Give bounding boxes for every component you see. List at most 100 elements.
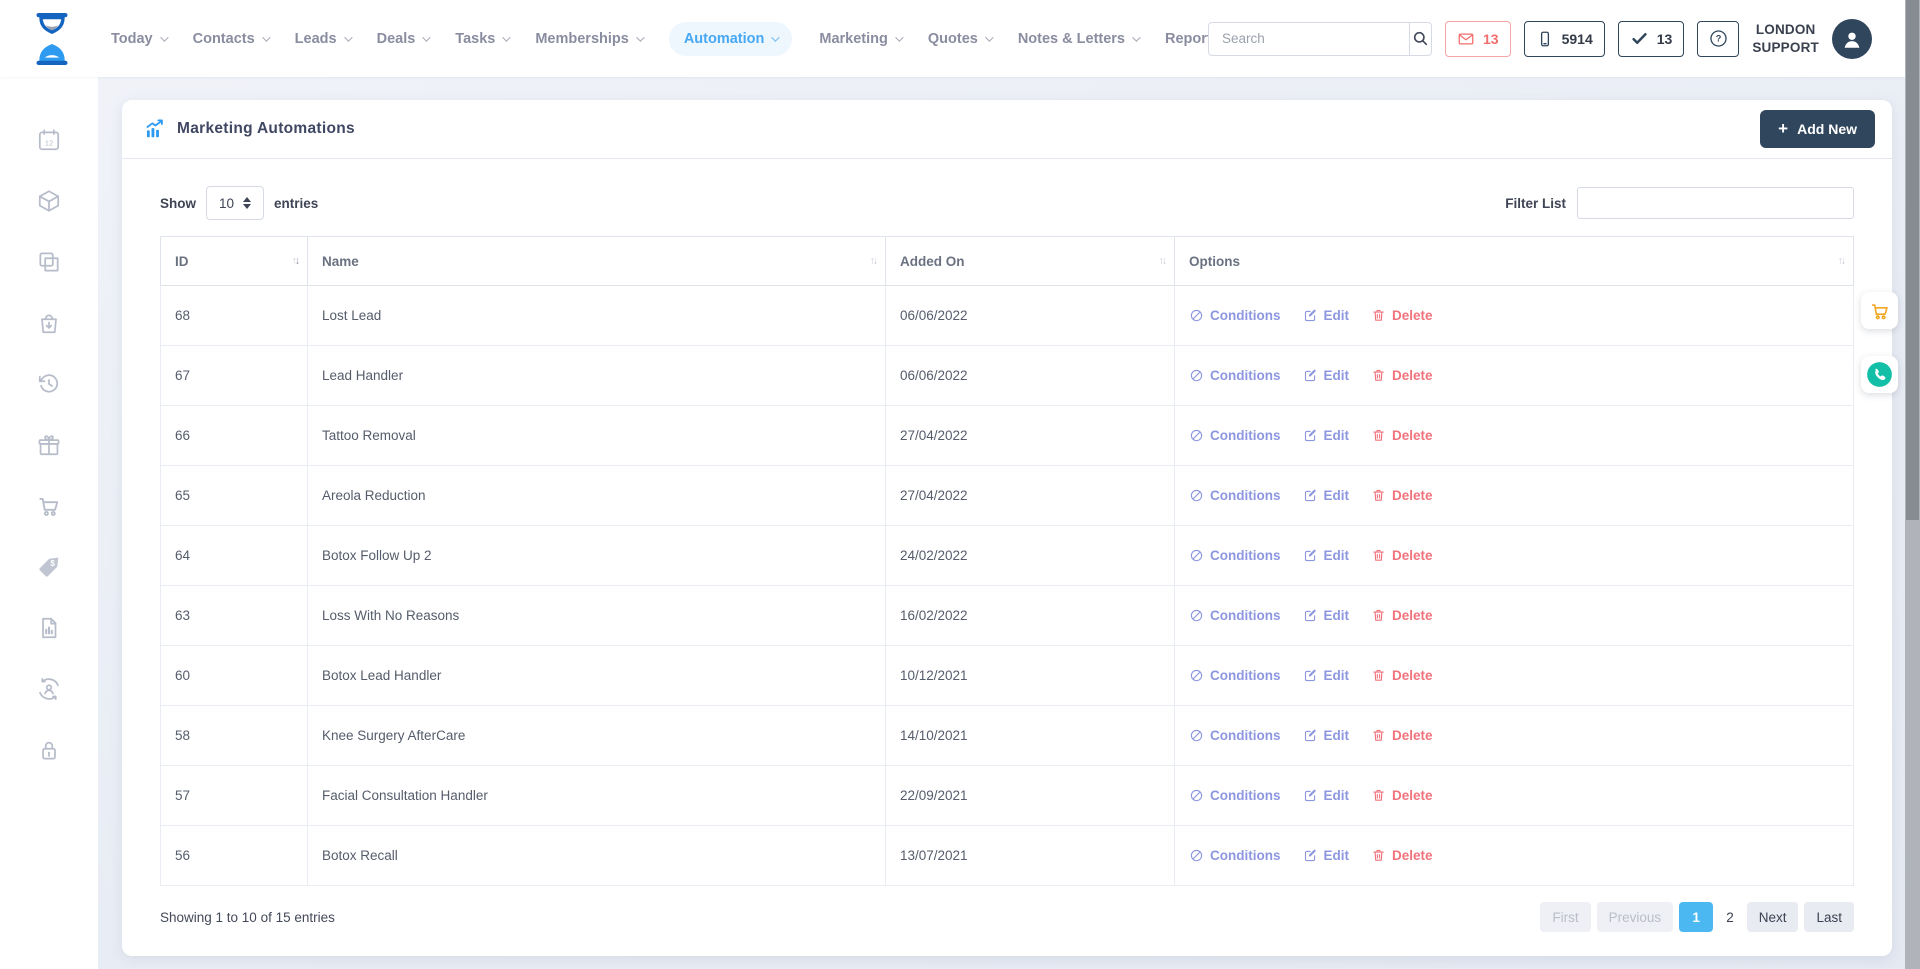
cell-id: 68 [160, 285, 308, 346]
delete-link[interactable]: Delete [1371, 728, 1433, 743]
edit-link[interactable]: Edit [1303, 668, 1349, 683]
shopping-bag-download-icon [41, 314, 57, 334]
conditions-link[interactable]: Conditions [1189, 308, 1281, 323]
nav-item-memberships[interactable]: Memberships [535, 31, 645, 47]
sidebar-item-products[interactable] [36, 188, 62, 214]
floating-cart-button[interactable] [1861, 292, 1898, 329]
nav-item-deals[interactable]: Deals [376, 30, 431, 47]
sidebar-item-security[interactable] [36, 737, 62, 763]
nav-item-today[interactable]: Today [111, 30, 169, 47]
column-header-name[interactable]: Name ↑↓ [307, 236, 886, 286]
table-footer: Showing 1 to 10 of 15 entries First Prev… [160, 902, 1854, 932]
filter-input[interactable] [1577, 187, 1854, 219]
tasks-badge[interactable]: 13 [1617, 20, 1685, 57]
conditions-link[interactable]: Conditions [1189, 728, 1281, 743]
cell-name: Botox Recall [307, 825, 886, 886]
sidebar-item-calendar[interactable]: 12 [36, 127, 62, 153]
sidebar-item-orders[interactable] [36, 310, 62, 336]
trash-icon [1371, 548, 1386, 563]
sidebar-item-duplicate[interactable] [36, 249, 62, 275]
delete-link[interactable]: Delete [1371, 668, 1433, 683]
search-button[interactable] [1409, 22, 1431, 55]
edit-icon [1303, 608, 1318, 623]
sidebar-item-account-sync[interactable] [36, 676, 62, 702]
column-header-added-on[interactable]: Added On ↑↓ [885, 236, 1175, 286]
conditions-link[interactable]: Conditions [1189, 848, 1281, 863]
nav-label: Today [111, 30, 153, 47]
user-avatar[interactable] [1832, 18, 1872, 59]
edit-link[interactable]: Edit [1303, 788, 1349, 803]
edit-icon [1303, 788, 1318, 803]
edit-icon [1303, 308, 1318, 323]
nav-label: Contacts [192, 30, 255, 47]
cell-name: Loss With No Reasons [307, 585, 886, 646]
nav-item-quotes[interactable]: Quotes [928, 31, 994, 47]
conditions-link[interactable]: Conditions [1189, 788, 1281, 803]
filter-label: Filter List [1505, 195, 1566, 211]
conditions-link[interactable]: Conditions [1189, 428, 1281, 443]
conditions-link[interactable]: Conditions [1189, 668, 1281, 683]
cell-added-on: 06/06/2022 [885, 345, 1175, 406]
table-header-row: ID ↑↓ Name ↑↓ Added On ↑↓ Options ↑↓ [160, 236, 1854, 286]
nav-item-notes-letters[interactable]: Notes & Letters [1018, 31, 1141, 47]
conditions-link[interactable]: Conditions [1189, 368, 1281, 383]
package-icon [38, 190, 60, 212]
slash-circle-icon [1189, 848, 1204, 863]
pagination-page-1[interactable]: 1 [1679, 902, 1714, 932]
pagination-first[interactable]: First [1540, 902, 1591, 932]
nav-item-marketing[interactable]: Marketing [819, 31, 904, 47]
cell-name: Botox Lead Handler [307, 645, 886, 706]
app-logo[interactable] [31, 12, 73, 66]
chevron-down-icon [159, 32, 169, 42]
filter-control: Filter List [1505, 187, 1854, 219]
page-length-select[interactable]: 10 [206, 186, 264, 220]
column-header-options[interactable]: Options ↑↓ [1174, 236, 1854, 286]
sidebar-item-cart[interactable] [36, 493, 62, 519]
scrollbar-thumb[interactable] [1906, 0, 1919, 520]
edit-link[interactable]: Edit [1303, 428, 1349, 443]
add-new-button[interactable]: + Add New [1760, 110, 1875, 148]
account-name: LONDON SUPPORT [1752, 21, 1819, 56]
sidebar-item-pricing[interactable]: $ [36, 554, 62, 580]
edit-link[interactable]: Edit [1303, 308, 1349, 323]
floating-call-button[interactable] [1861, 356, 1898, 393]
delete-link[interactable]: Delete [1371, 368, 1433, 383]
edit-link[interactable]: Edit [1303, 728, 1349, 743]
delete-link[interactable]: Delete [1371, 488, 1433, 503]
slash-circle-icon [1189, 668, 1204, 683]
mail-notifications-badge[interactable]: 13 [1445, 20, 1511, 57]
nav-item-contacts[interactable]: Contacts [192, 30, 271, 47]
delete-link[interactable]: Delete [1371, 848, 1433, 863]
delete-link[interactable]: Delete [1371, 428, 1433, 443]
table-row: 56 Botox Recall 13/07/2021 Conditions Ed… [160, 825, 1854, 886]
edit-link[interactable]: Edit [1303, 608, 1349, 623]
nav-label: Automation [683, 30, 765, 47]
search-input[interactable] [1209, 22, 1410, 55]
edit-link[interactable]: Edit [1303, 488, 1349, 503]
edit-link[interactable]: Edit [1303, 548, 1349, 563]
nav-item-tasks[interactable]: Tasks [455, 31, 512, 47]
edit-link[interactable]: Edit [1303, 368, 1349, 383]
calls-badge[interactable]: 5914 [1523, 20, 1605, 57]
nav-label: Deals [376, 30, 416, 47]
conditions-link[interactable]: Conditions [1189, 608, 1281, 623]
nav-item-automation[interactable]: Automation [668, 21, 793, 56]
help-button[interactable]: ? [1697, 20, 1740, 57]
pagination-page-2[interactable]: 2 [1719, 902, 1741, 932]
sidebar-item-history[interactable] [36, 371, 62, 397]
delete-link[interactable]: Delete [1371, 548, 1433, 563]
sidebar-item-reports[interactable] [36, 615, 62, 641]
delete-link[interactable]: Delete [1371, 788, 1433, 803]
column-header-id[interactable]: ID ↑↓ [160, 236, 308, 286]
pagination-last[interactable]: Last [1804, 902, 1854, 932]
sidebar-item-gifts[interactable] [36, 432, 62, 458]
edit-link[interactable]: Edit [1303, 848, 1349, 863]
vertical-scrollbar[interactable] [1905, 0, 1920, 969]
nav-item-leads[interactable]: Leads [295, 31, 353, 47]
delete-link[interactable]: Delete [1371, 608, 1433, 623]
delete-link[interactable]: Delete [1371, 308, 1433, 323]
pagination-next[interactable]: Next [1746, 902, 1799, 932]
conditions-link[interactable]: Conditions [1189, 548, 1281, 563]
pagination-previous[interactable]: Previous [1596, 902, 1674, 932]
conditions-link[interactable]: Conditions [1189, 488, 1281, 503]
